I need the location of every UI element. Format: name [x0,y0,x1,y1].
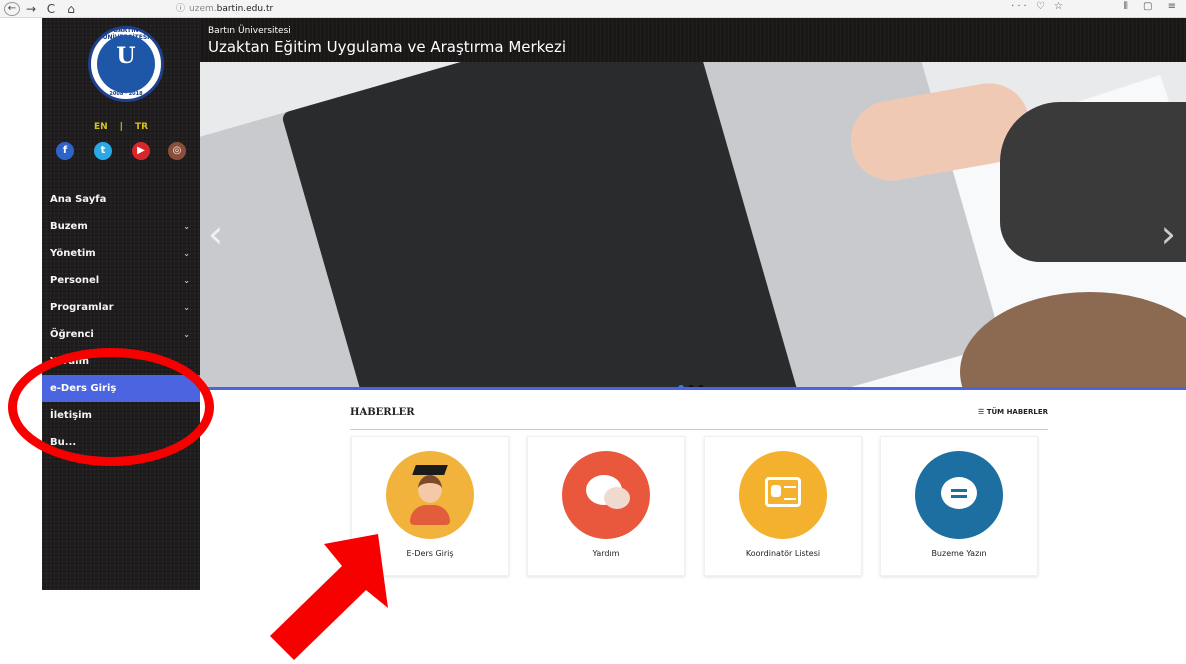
id-card-icon [739,451,827,539]
twitter-icon[interactable]: t [94,142,112,160]
lang-en-link[interactable]: EN [94,122,108,132]
sidebar-item-label: Öğrenci [50,329,94,340]
chevron-right-icon[interactable]: › [1161,212,1176,256]
quick-link-card-koordinator-listesi[interactable]: Koordinatör Listesi [704,436,862,576]
url-domain: bartin.edu.tr [216,4,274,14]
site-header: Bartın Üniversitesi Uzaktan Eğitim Uygul… [200,18,1186,62]
slide-keyboard-image [281,62,801,387]
chevron-down-icon: ⌄ [183,249,190,258]
forward-arrow-icon[interactable]: → [24,1,38,17]
sidebar: BARTIN ÜNİVERSİTESİ U 2008 · 2018 EN|TR … [42,18,200,590]
chevron-down-icon: ⌄ [183,222,190,231]
chevron-down-icon: ⌄ [183,330,190,339]
sidebar-item-label: Personel [50,275,100,286]
chevron-left-icon[interactable]: ‹ [208,212,223,256]
quick-link-card-yardim[interactable]: Yardım [527,436,685,576]
slider-dot[interactable] [688,385,694,387]
sidebar-item-label: Buzem [50,221,88,232]
logo-ring-bottom-text: 2008 · 2018 [109,91,143,97]
sidebar-item-ana-sayfa[interactable]: Ana Sayfa [42,186,200,213]
facebook-icon[interactable]: f [56,142,74,160]
browser-toolbar: ← → C ⌂ ⓘ uzem.bartin.edu.tr ··· ♡ ☆ ⫴ ▢ … [0,0,1186,18]
sidebar-item-label: Ana Sayfa [50,194,107,205]
news-title: HABERLER [350,407,415,418]
sidebar-item-buzem[interactable]: Buzem ⌄ [42,213,200,240]
student-body-shape [410,505,450,525]
card-label: Buzeme Yazın [931,549,987,558]
site-title[interactable]: Uzaktan Eğitim Uygulama ve Araştırma Mer… [208,38,566,56]
chevron-down-icon: ⌄ [183,276,190,285]
home-icon[interactable]: ⌂ [64,1,78,17]
card-label: Koordinatör Listesi [745,549,821,558]
sidebar-item-programlar[interactable]: Programlar ⌄ [42,294,200,321]
message-icon [915,451,1003,539]
page-actions-icons[interactable]: ··· ♡ ☆ [1011,1,1066,12]
lang-tr-link[interactable]: TR [135,122,148,132]
address-bar[interactable]: ⓘ uzem.bartin.edu.tr [176,1,273,17]
student-face-shape [418,475,442,503]
logo-emblem: U [97,35,155,93]
sidebar-item-ogrenci[interactable]: Öğrenci ⌄ [42,321,200,348]
reload-icon[interactable]: C [44,1,58,17]
sidebar-item-label: Programlar [50,302,114,313]
sidebar-item-personel[interactable]: Personel ⌄ [42,267,200,294]
slider-dots [678,376,708,387]
id-card-shape [765,477,801,507]
hero-slider: ‹ › [200,62,1186,390]
chevron-down-icon: ⌄ [183,303,190,312]
sidebar-item-yonetim[interactable]: Yönetim ⌄ [42,240,200,267]
card-label: Yardım [592,549,620,558]
pointer-arrow-icon [270,534,388,660]
all-news-link[interactable]: ☰ TÜM HABERLER [978,408,1048,416]
slider-dot[interactable] [678,385,684,387]
youtube-icon[interactable]: ▶ [132,142,150,160]
highlight-ellipse [8,348,214,466]
sidebar-item-label: Yönetim [50,248,96,259]
chat-bubbles-icon [562,451,650,539]
language-switcher: EN | TR [42,122,200,132]
site-info-icon[interactable]: ⓘ [176,4,185,14]
logo-monogram: U [116,43,136,69]
slide-sleeve-image [1000,102,1186,262]
quick-link-card-buzeme-yazin[interactable]: Buzeme Yazın [880,436,1038,576]
university-logo[interactable]: BARTIN ÜNİVERSİTESİ U 2008 · 2018 [88,26,164,102]
toolbar-extra-icons[interactable]: ⫴ ▢ ≡ [1124,1,1182,12]
lang-separator: | [119,122,123,132]
news-header: HABERLER ☰ TÜM HABERLER [350,400,1048,430]
slider-dot[interactable] [698,385,704,387]
back-arrow-icon[interactable]: ← [4,2,20,16]
site-subtitle: Bartın Üniversitesi [208,26,291,36]
graduation-cap-shape [412,465,448,475]
instagram-icon[interactable]: ◎ [168,142,186,160]
message-bubble-shape [941,477,977,509]
bubble-shape [604,487,630,509]
url-host: uzem. [189,4,217,14]
